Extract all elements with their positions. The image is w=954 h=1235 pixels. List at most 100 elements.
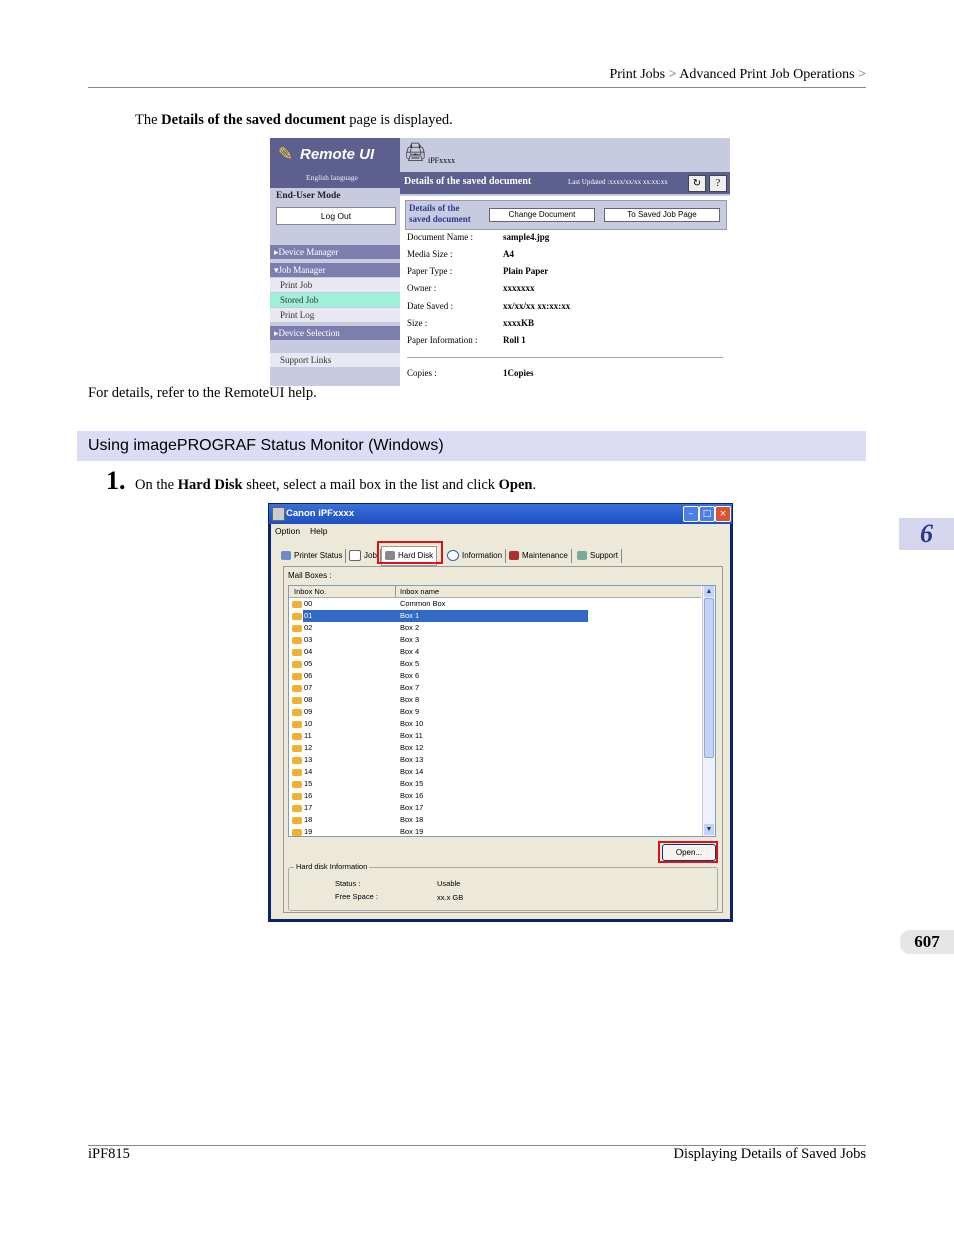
list-item[interactable]: 03 Box 3 — [289, 634, 701, 646]
mailbox-icon — [292, 613, 302, 620]
info-icon — [447, 550, 459, 562]
step-text: On the Hard Disk sheet, select a mail bo… — [135, 477, 537, 493]
to-saved-job-page-button[interactable]: To Saved Job Page — [604, 208, 720, 222]
nav-print-job[interactable]: Print Job — [270, 278, 400, 292]
inbox-name: Box 5 — [400, 659, 420, 668]
inbox-name: Box 19 — [400, 827, 424, 836]
list-item[interactable]: 17 Box 17 — [289, 802, 701, 814]
list-item[interactable]: 02 Box 2 — [289, 622, 701, 634]
inbox-number: 12 — [304, 743, 313, 752]
inbox-number: 11 — [304, 731, 312, 740]
page-number: 607 — [914, 932, 940, 951]
list-item[interactable]: 00 Common Box — [289, 598, 701, 610]
intro-post: page is displayed. — [345, 112, 453, 128]
inbox-name: Box 10 — [400, 719, 424, 728]
list-item[interactable]: 12 Box 12 — [289, 742, 701, 754]
section-heading-bar: Using imagePROGRAF Status Monitor (Windo… — [77, 431, 866, 461]
list-item[interactable]: 01 Box 1 — [289, 610, 701, 622]
chapter-number: 6 — [920, 519, 933, 548]
inbox-name: Box 12 — [400, 743, 424, 752]
list-header: Inbox No. Inbox name — [289, 586, 701, 598]
inbox-name: Box 16 — [400, 791, 424, 800]
scroll-thumb[interactable] — [704, 598, 714, 758]
inbox-name: Box 18 — [400, 815, 424, 824]
support-icon — [577, 551, 587, 561]
minimize-icon[interactable]: – — [683, 506, 699, 522]
help-button[interactable]: ? — [709, 175, 727, 192]
tab-maintenance[interactable]: Maintenance — [509, 549, 572, 563]
close-icon[interactable]: × — [715, 506, 731, 522]
mailbox-icon — [292, 781, 302, 788]
last-updated: Last Updated :xxxx/xx/xx xx:xx:xx — [568, 178, 668, 186]
printer-icon — [281, 551, 291, 561]
window-title-bar[interactable]: Canon iPFxxxx – □ × — [269, 504, 732, 524]
footer-model: iPF815 — [88, 1146, 130, 1162]
menu-option[interactable]: Option — [275, 526, 300, 536]
inbox-number: 14 — [304, 767, 313, 776]
logout-button[interactable]: Log Out — [276, 207, 396, 225]
remote-ui-logo-icon: ✎ — [278, 144, 294, 164]
nav-support-links[interactable]: Support Links — [270, 353, 400, 367]
status-value: Usable — [437, 879, 461, 888]
nav-print-log[interactable]: Print Log — [270, 308, 400, 322]
list-item[interactable]: 09 Box 9 — [289, 706, 701, 718]
list-item[interactable]: 06 Box 6 — [289, 670, 701, 682]
window-title: Canon iPFxxxx — [286, 508, 355, 519]
breadcrumb-item[interactable]: Advanced Print Job Operations — [679, 67, 854, 82]
list-item[interactable]: 15 Box 15 — [289, 778, 701, 790]
tab-printer-status[interactable]: Printer Status — [281, 549, 347, 563]
inbox-number: 17 — [304, 803, 313, 812]
list-item[interactable]: 05 Box 5 — [289, 658, 701, 670]
chapter-tab[interactable]: 6 — [899, 518, 954, 550]
nav-device-manager[interactable]: ▸Device Manager — [270, 245, 400, 259]
details-note: For details, refer to the RemoteUI help. — [88, 385, 317, 401]
col-inbox-no[interactable]: Inbox No. — [294, 587, 326, 596]
inbox-number: 09 — [304, 707, 313, 716]
tab-support[interactable]: Support — [577, 549, 623, 563]
remote-ui-logo-text: Remote UI — [300, 146, 375, 163]
scroll-up-icon[interactable]: ▲ — [704, 586, 714, 597]
window-body: Option Help Printer Status Job Hard Disk … — [271, 524, 730, 919]
scroll-down-icon[interactable]: ▼ — [704, 824, 714, 835]
list-item[interactable]: 10 Box 10 — [289, 718, 701, 730]
hard-disk-tab-highlight — [377, 541, 443, 564]
inbox-name: Box 6 — [400, 671, 420, 680]
language-link[interactable]: English language — [306, 173, 358, 182]
mailbox-icon — [292, 685, 302, 692]
list-item[interactable]: 04 Box 4 — [289, 646, 701, 658]
list-item[interactable]: 19 Box 19 — [289, 826, 701, 836]
section-title: Using imagePROGRAF Status Monitor (Windo… — [88, 437, 444, 454]
inbox-number: 16 — [304, 791, 313, 800]
page-number-tab: 607 — [900, 930, 954, 954]
free-space-label: Free Space : — [335, 892, 378, 901]
breadcrumb-item[interactable]: Print Jobs — [609, 67, 665, 82]
list-item[interactable]: 11 Box 11 — [289, 730, 701, 742]
nav-stored-job[interactable]: Stored Job — [270, 293, 400, 307]
list-item[interactable]: 18 Box 18 — [289, 814, 701, 826]
step-number: 1. — [106, 466, 126, 495]
tab-information[interactable]: Information — [447, 549, 507, 563]
refresh-icon[interactable]: ↻ — [688, 175, 706, 192]
breadcrumb-separator: > — [668, 67, 677, 82]
menu-bar: Option Help — [275, 526, 338, 536]
mail-box-list[interactable]: Inbox No. Inbox name 00 Common Box 01 Box 1… — [288, 585, 716, 837]
inbox-name: Box 8 — [400, 695, 420, 704]
hard-disk-info-group: Hard disk Information Status : Usable Fr… — [288, 862, 718, 911]
list-scrollbar[interactable]: ▲ ▼ — [702, 586, 715, 836]
maximize-icon[interactable]: □ — [699, 506, 715, 522]
list-item[interactable]: 13 Box 13 — [289, 754, 701, 766]
inbox-number: 13 — [304, 755, 313, 764]
list-item[interactable]: 16 Box 16 — [289, 790, 701, 802]
nav-job-manager[interactable]: ▾Job Manager — [270, 263, 400, 277]
list-item[interactable]: 08 Box 8 — [289, 694, 701, 706]
list-item[interactable]: 14 Box 14 — [289, 766, 701, 778]
nav-device-selection[interactable]: ▸Device Selection — [270, 326, 400, 340]
user-mode-label: End-User Mode — [276, 191, 341, 201]
menu-help[interactable]: Help — [310, 526, 327, 536]
list-item[interactable]: 07 Box 7 — [289, 682, 701, 694]
change-document-button[interactable]: Change Document — [489, 208, 595, 222]
open-button-highlight — [658, 841, 718, 863]
remote-ui-logo: ✎ Remote UI English language — [270, 138, 400, 188]
col-inbox-name[interactable]: Inbox name — [400, 587, 439, 596]
inbox-name: Box 14 — [400, 767, 424, 776]
